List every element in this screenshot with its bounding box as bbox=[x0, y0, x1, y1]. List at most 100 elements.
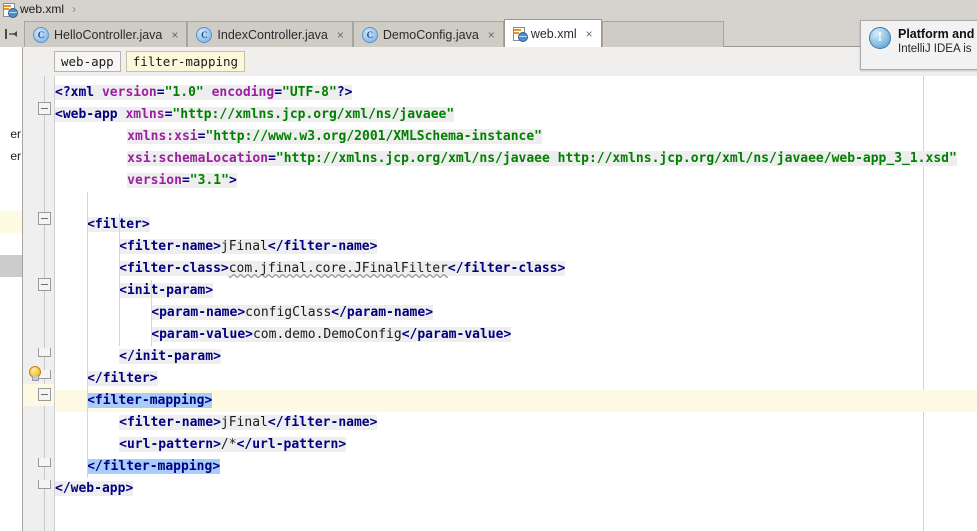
gutter-line bbox=[23, 318, 54, 340]
fold-toggle-icon[interactable] bbox=[38, 102, 51, 115]
code-line[interactable]: <init-param> bbox=[55, 280, 977, 302]
token-brk: > bbox=[149, 371, 158, 386]
token-val: "http://xmlns.jcp.org/xml/ns/javaee" bbox=[172, 107, 455, 122]
code-line[interactable]: </filter> bbox=[55, 368, 977, 390]
code-content[interactable]: <?xml version="1.0" encoding="UTF-8"?> <w… bbox=[55, 76, 977, 531]
token-eq: = bbox=[156, 85, 165, 100]
gutter-line bbox=[23, 230, 54, 252]
tab-close-icon[interactable]: × bbox=[488, 29, 495, 41]
project-tree-item[interactable]: er bbox=[0, 123, 22, 145]
tab-democonfig-java[interactable]: C DemoConfig.java × bbox=[352, 21, 504, 47]
token-eq: = bbox=[181, 173, 190, 188]
code-line[interactable]: <filter> bbox=[55, 214, 977, 236]
token-val: "3.1" bbox=[189, 173, 229, 188]
tab-web-xml[interactable]: web.xml × bbox=[503, 19, 602, 47]
fold-toggle-icon[interactable] bbox=[38, 388, 51, 401]
code-line[interactable]: <filter-name>jFinal</filter-name> bbox=[55, 236, 977, 258]
gutter-line bbox=[23, 120, 54, 142]
token-brk: ?> bbox=[336, 85, 353, 100]
hide-panel-icon[interactable] bbox=[0, 20, 24, 47]
fold-toggle-icon[interactable] bbox=[38, 480, 51, 489]
token-brk: < bbox=[151, 327, 160, 342]
gutter-line bbox=[23, 76, 54, 98]
token-sp bbox=[94, 85, 102, 100]
code-line[interactable]: <param-name>configClass</param-name> bbox=[55, 302, 977, 324]
fold-toggle-icon[interactable] bbox=[38, 458, 51, 467]
notification-balloon[interactable]: ! Platform and IntelliJ IDEA is bbox=[860, 20, 977, 70]
highlighted-tag: <filter-mapping> bbox=[87, 393, 213, 408]
token-tagname: init-param bbox=[126, 283, 206, 298]
token-tagname: filter-name bbox=[126, 415, 214, 430]
gutter-line bbox=[23, 428, 54, 450]
tag-path-filter-mapping[interactable]: filter-mapping bbox=[125, 51, 246, 72]
project-tree-item[interactable]: er bbox=[0, 145, 22, 167]
xml-editor: web-app filter-mapping <?xml version="1.… bbox=[23, 47, 977, 531]
token-attr: xsi:schemaLocation bbox=[127, 151, 269, 166]
code-line[interactable]: </filter-mapping> bbox=[55, 456, 977, 478]
code-line[interactable]: <filter-name>jFinal</filter-name> bbox=[55, 412, 977, 434]
code-line[interactable]: version="3.1"> bbox=[55, 170, 977, 192]
gutter-line bbox=[23, 296, 54, 318]
tag-path-web-app[interactable]: web-app bbox=[54, 51, 121, 72]
token-val: "http://xmlns.jcp.org/xml/ns/javaee http… bbox=[275, 151, 957, 166]
xml-tag: </filter> bbox=[87, 371, 158, 386]
token-brk: < bbox=[119, 437, 127, 452]
token-tagname: filter-class bbox=[463, 261, 558, 276]
token-brk: < bbox=[151, 305, 160, 320]
breadcrumb-file[interactable]: web.xml bbox=[0, 0, 66, 19]
token-brk: > bbox=[245, 327, 253, 342]
java-class-icon: C bbox=[361, 26, 378, 43]
token-attr: xmlns:xsi bbox=[127, 129, 198, 144]
code-line[interactable]: </web-app> bbox=[55, 478, 977, 500]
token-brk: < bbox=[119, 415, 127, 430]
intention-bulb-icon[interactable] bbox=[28, 366, 41, 381]
tab-hellocontroller-java[interactable]: C HelloController.java × bbox=[24, 21, 188, 47]
token-brk: </ bbox=[236, 437, 253, 452]
breadcrumb-file-label: web.xml bbox=[20, 2, 65, 16]
xml-tag: <param-name>configClass</param-name> bbox=[151, 305, 434, 320]
project-tree-item-selected[interactable] bbox=[0, 255, 22, 277]
info-icon: ! bbox=[869, 27, 891, 49]
token-brk: > bbox=[204, 393, 213, 408]
xml-tag: <init-param> bbox=[119, 283, 214, 298]
code-line[interactable]: <filter-class>com.jfinal.core.JFinalFilt… bbox=[55, 258, 977, 280]
code-line[interactable]: <web-app xmlns="http://xmlns.jcp.org/xml… bbox=[55, 104, 977, 126]
token-brk: > bbox=[212, 459, 221, 474]
token-tagname: init-param bbox=[134, 349, 214, 364]
token-brk: > bbox=[425, 305, 434, 320]
fold-toggle-icon[interactable] bbox=[38, 348, 51, 357]
indent-guide bbox=[119, 214, 121, 346]
token-tagname: url-pattern bbox=[252, 437, 339, 452]
tab-indexcontroller-java[interactable]: C IndexController.java × bbox=[187, 21, 353, 47]
project-tree-item[interactable] bbox=[0, 211, 22, 233]
chevron-right-icon: › bbox=[72, 2, 77, 16]
tab-bar-empty-slot bbox=[601, 21, 724, 47]
code-line[interactable] bbox=[55, 192, 977, 214]
code-line[interactable]: xsi:schemaLocation="http://xmlns.jcp.org… bbox=[55, 148, 977, 170]
tab-close-icon[interactable]: × bbox=[337, 29, 344, 41]
code-line[interactable]: <param-value>com.demo.DemoConfig</param-… bbox=[55, 324, 977, 346]
xml-tag: <web-app xmlns="http://xmlns.jcp.org/xml… bbox=[55, 107, 455, 122]
token-tagname: param-name bbox=[159, 305, 238, 320]
code-line[interactable]: </init-param> bbox=[55, 346, 977, 368]
fold-toggle-icon[interactable] bbox=[38, 278, 51, 291]
token-tagname: xml bbox=[70, 85, 95, 100]
gutter-line bbox=[23, 142, 54, 164]
token-brk: </ bbox=[87, 459, 103, 474]
tab-close-icon[interactable]: × bbox=[586, 28, 593, 40]
tab-close-icon[interactable]: × bbox=[171, 29, 178, 41]
editor-gutter[interactable] bbox=[23, 76, 55, 531]
java-class-icon: C bbox=[33, 26, 49, 43]
code-line[interactable]: <filter-mapping> bbox=[55, 390, 977, 412]
xml-tag: <?xml version="1.0" encoding="UTF-8"?> bbox=[55, 85, 353, 100]
code-line[interactable]: xmlns:xsi="http://www.w3.org/2001/XMLSch… bbox=[55, 126, 977, 148]
fold-toggle-icon[interactable] bbox=[38, 212, 51, 225]
project-panel-sliver[interactable]: er er bbox=[0, 47, 23, 531]
token-txt: jFinal bbox=[220, 239, 268, 254]
code-line[interactable]: <url-pattern>/*</url-pattern> bbox=[55, 434, 977, 456]
token-brk: </ bbox=[267, 239, 284, 254]
xml-tag: version="3.1"> bbox=[127, 173, 237, 188]
token-tagname: filter bbox=[102, 371, 150, 386]
code-line[interactable]: <?xml version="1.0" encoding="UTF-8"?> bbox=[55, 82, 977, 104]
token-txt-squiggle: com.jfinal.core.JFinalFilter bbox=[228, 261, 448, 276]
